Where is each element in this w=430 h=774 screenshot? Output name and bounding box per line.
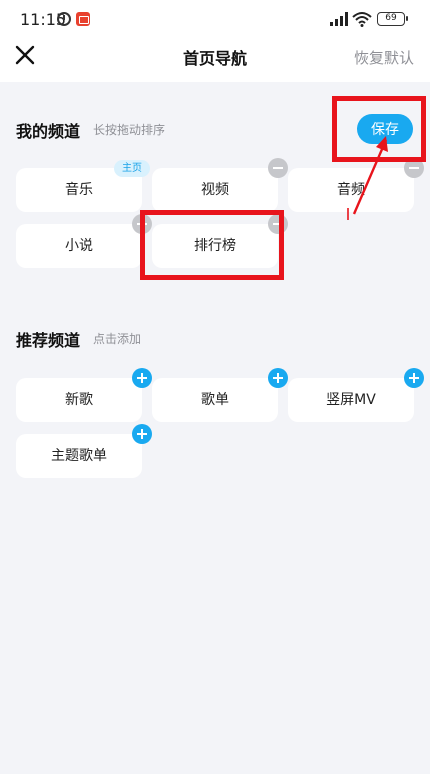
restore-default-button[interactable]: 恢复默认	[354, 47, 414, 68]
recommend-item-label: 竖屏MV	[326, 392, 376, 408]
remove-icon[interactable]	[268, 158, 288, 178]
nav-bar: 首页导航 恢复默认	[0, 38, 430, 82]
battery-icon: 69	[377, 12, 408, 26]
wifi-icon	[352, 12, 372, 27]
recommend-item-vertical-mv[interactable]: 竖屏MV	[288, 368, 424, 422]
status-bar: 11:15 69	[0, 0, 430, 38]
add-icon[interactable]	[132, 368, 152, 388]
channel-item-video[interactable]: 视频	[152, 158, 288, 212]
recommend-item-label: 主题歌单	[51, 448, 107, 464]
recommend-item-label: 新歌	[65, 392, 93, 408]
ranking-highlight-box	[140, 210, 284, 280]
app-badge-icon	[76, 12, 90, 26]
alarm-icon	[57, 12, 71, 26]
recommend-item-new-songs[interactable]: 新歌	[16, 368, 152, 422]
annotation-arrow-icon	[347, 136, 388, 220]
channel-item-label: 小说	[65, 238, 93, 254]
add-icon[interactable]	[132, 424, 152, 444]
recommend-item-theme-playlists[interactable]: 主题歌单	[16, 424, 152, 478]
add-icon[interactable]	[268, 368, 288, 388]
recommended-channels-title: 推荐频道	[16, 331, 81, 350]
channel-item-novel[interactable]: 小说	[16, 214, 152, 268]
add-icon[interactable]	[404, 368, 424, 388]
signal-icon	[330, 12, 348, 26]
channel-item-label: 视频	[201, 182, 229, 198]
channel-item-label: 音乐	[65, 182, 93, 198]
my-channels-hint: 长按拖动排序	[93, 123, 166, 137]
recommended-channels-hint: 点击添加	[93, 332, 142, 346]
my-channels-title: 我的频道	[16, 122, 81, 141]
channel-item-music[interactable]: 音乐 主页	[16, 160, 150, 212]
recommend-item-playlists[interactable]: 歌单	[152, 368, 288, 422]
recommend-item-label: 歌单	[201, 392, 229, 408]
home-tag: 主页	[114, 160, 150, 177]
